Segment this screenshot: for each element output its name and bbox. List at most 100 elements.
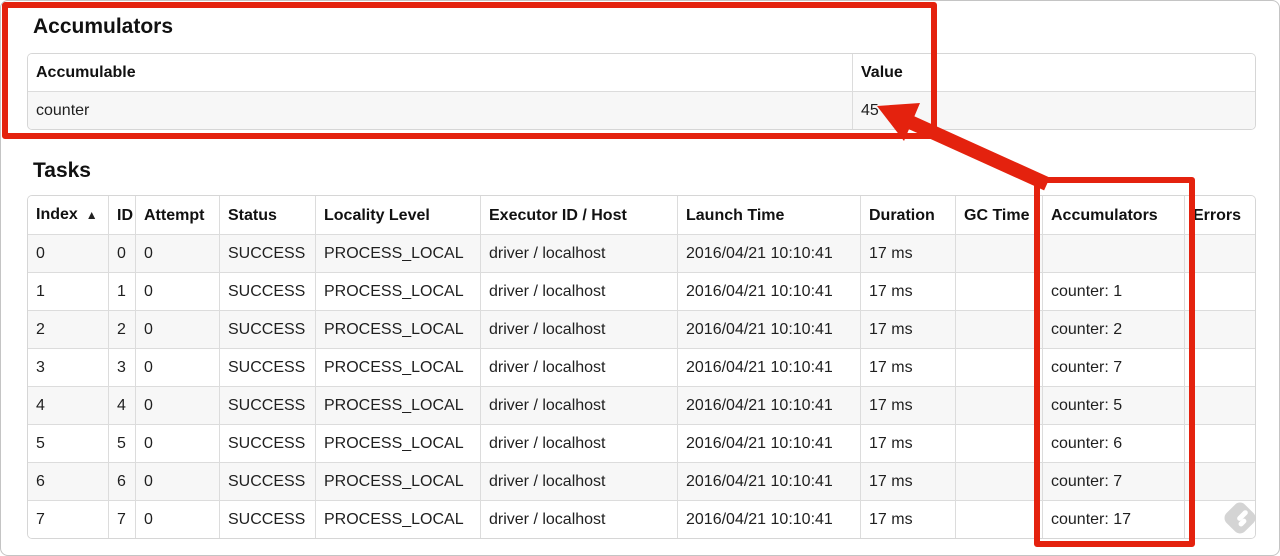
page-content: Accumulators Accumulable Value counter 4… [1, 1, 1279, 539]
cell-attempt: 0 [135, 500, 219, 538]
cell-errors [1184, 272, 1255, 310]
cell-launch-time: 2016/04/21 10:10:41 [677, 234, 860, 272]
cell-attempt: 0 [135, 348, 219, 386]
cell-locality-level: PROCESS_LOCAL [315, 500, 480, 538]
col-header-executor-id-host[interactable]: Executor ID / Host [480, 196, 677, 234]
table-row: 7 7 0 SUCCESS PROCESS_LOCAL driver / loc… [28, 500, 1255, 538]
col-header-id[interactable]: ID [108, 196, 135, 234]
cell-attempt: 0 [135, 424, 219, 462]
table-row: 0 0 0 SUCCESS PROCESS_LOCAL driver / loc… [28, 234, 1255, 272]
cell-executor-id-host: driver / localhost [480, 272, 677, 310]
cell-duration: 17 ms [860, 234, 955, 272]
cell-gc-time [955, 310, 1042, 348]
table-row: 5 5 0 SUCCESS PROCESS_LOCAL driver / loc… [28, 424, 1255, 462]
cell-executor-id-host: driver / localhost [480, 424, 677, 462]
col-header-launch-time[interactable]: Launch Time [677, 196, 860, 234]
cell-duration: 17 ms [860, 500, 955, 538]
cell-errors [1184, 500, 1255, 538]
cell-accumulators: counter: 7 [1042, 462, 1184, 500]
table-row: 2 2 0 SUCCESS PROCESS_LOCAL driver / loc… [28, 310, 1255, 348]
cell-errors [1184, 386, 1255, 424]
col-header-accumulable: Accumulable [28, 54, 852, 91]
col-header-duration[interactable]: Duration [860, 196, 955, 234]
col-header-status[interactable]: Status [219, 196, 315, 234]
tasks-header-row: Index ▲ ID Attempt Status Locality Level … [28, 196, 1255, 234]
cell-id: 4 [108, 386, 135, 424]
table-row: 3 3 0 SUCCESS PROCESS_LOCAL driver / loc… [28, 348, 1255, 386]
cell-attempt: 0 [135, 272, 219, 310]
col-header-index-label: Index [36, 206, 78, 223]
cell-errors [1184, 424, 1255, 462]
cell-launch-time: 2016/04/21 10:10:41 [677, 272, 860, 310]
cell-gc-time [955, 348, 1042, 386]
cell-locality-level: PROCESS_LOCAL [315, 348, 480, 386]
cell-status: SUCCESS [219, 234, 315, 272]
cell-accumulators: counter: 5 [1042, 386, 1184, 424]
tasks-section-heading: Tasks [33, 159, 91, 182]
table-row: 4 4 0 SUCCESS PROCESS_LOCAL driver / loc… [28, 386, 1255, 424]
cell-launch-time: 2016/04/21 10:10:41 [677, 424, 860, 462]
cell-duration: 17 ms [860, 272, 955, 310]
cell-index: 7 [28, 500, 108, 538]
cell-launch-time: 2016/04/21 10:10:41 [677, 500, 860, 538]
cell-locality-level: PROCESS_LOCAL [315, 386, 480, 424]
sort-ascending-icon: ▲ [85, 208, 98, 222]
cell-id: 3 [108, 348, 135, 386]
col-header-index[interactable]: Index ▲ [28, 196, 108, 234]
cell-status: SUCCESS [219, 462, 315, 500]
col-header-gc-time[interactable]: GC Time [955, 196, 1042, 234]
table-row: 1 1 0 SUCCESS PROCESS_LOCAL driver / loc… [28, 272, 1255, 310]
cell-launch-time: 2016/04/21 10:10:41 [677, 348, 860, 386]
col-header-locality-level[interactable]: Locality Level [315, 196, 480, 234]
table-row: counter 45 [28, 91, 1255, 129]
col-header-errors[interactable]: Errors [1184, 196, 1255, 234]
cell-status: SUCCESS [219, 348, 315, 386]
cell-accumulators: counter: 2 [1042, 310, 1184, 348]
cell-locality-level: PROCESS_LOCAL [315, 272, 480, 310]
cell-accumulators: counter: 17 [1042, 500, 1184, 538]
accumulators-header-row: Accumulable Value [28, 54, 1255, 91]
col-header-attempt[interactable]: Attempt [135, 196, 219, 234]
spark-ui-page: Accumulators Accumulable Value counter 4… [0, 0, 1280, 556]
cell-gc-time [955, 424, 1042, 462]
cell-launch-time: 2016/04/21 10:10:41 [677, 462, 860, 500]
cell-accumulators: counter: 6 [1042, 424, 1184, 462]
cell-executor-id-host: driver / localhost [480, 386, 677, 424]
cell-errors [1184, 310, 1255, 348]
cell-duration: 17 ms [860, 424, 955, 462]
cell-locality-level: PROCESS_LOCAL [315, 234, 480, 272]
cell-duration: 17 ms [860, 310, 955, 348]
cell-status: SUCCESS [219, 310, 315, 348]
cell-executor-id-host: driver / localhost [480, 234, 677, 272]
cell-errors [1184, 348, 1255, 386]
cell-gc-time [955, 272, 1042, 310]
cell-gc-time [955, 386, 1042, 424]
cell-index: 3 [28, 348, 108, 386]
cell-locality-level: PROCESS_LOCAL [315, 424, 480, 462]
cell-status: SUCCESS [219, 386, 315, 424]
cell-attempt: 0 [135, 310, 219, 348]
cell-id: 0 [108, 234, 135, 272]
cell-status: SUCCESS [219, 500, 315, 538]
cell-id: 2 [108, 310, 135, 348]
cell-executor-id-host: driver / localhost [480, 462, 677, 500]
cell-accumulators [1042, 234, 1184, 272]
cell-accumulable-name: counter [28, 91, 852, 129]
cell-index: 6 [28, 462, 108, 500]
cell-index: 2 [28, 310, 108, 348]
cell-status: SUCCESS [219, 272, 315, 310]
cell-attempt: 0 [135, 234, 219, 272]
cell-status: SUCCESS [219, 424, 315, 462]
tasks-table: Index ▲ ID Attempt Status Locality Level … [27, 195, 1256, 539]
cell-executor-id-host: driver / localhost [480, 500, 677, 538]
cell-accumulators: counter: 1 [1042, 272, 1184, 310]
cell-errors [1184, 234, 1255, 272]
cell-gc-time [955, 234, 1042, 272]
cell-duration: 17 ms [860, 348, 955, 386]
cell-accumulable-value: 45 [852, 91, 1255, 129]
col-header-value: Value [852, 54, 1255, 91]
col-header-accumulators[interactable]: Accumulators [1042, 196, 1184, 234]
cell-id: 1 [108, 272, 135, 310]
cell-id: 7 [108, 500, 135, 538]
cell-gc-time [955, 500, 1042, 538]
